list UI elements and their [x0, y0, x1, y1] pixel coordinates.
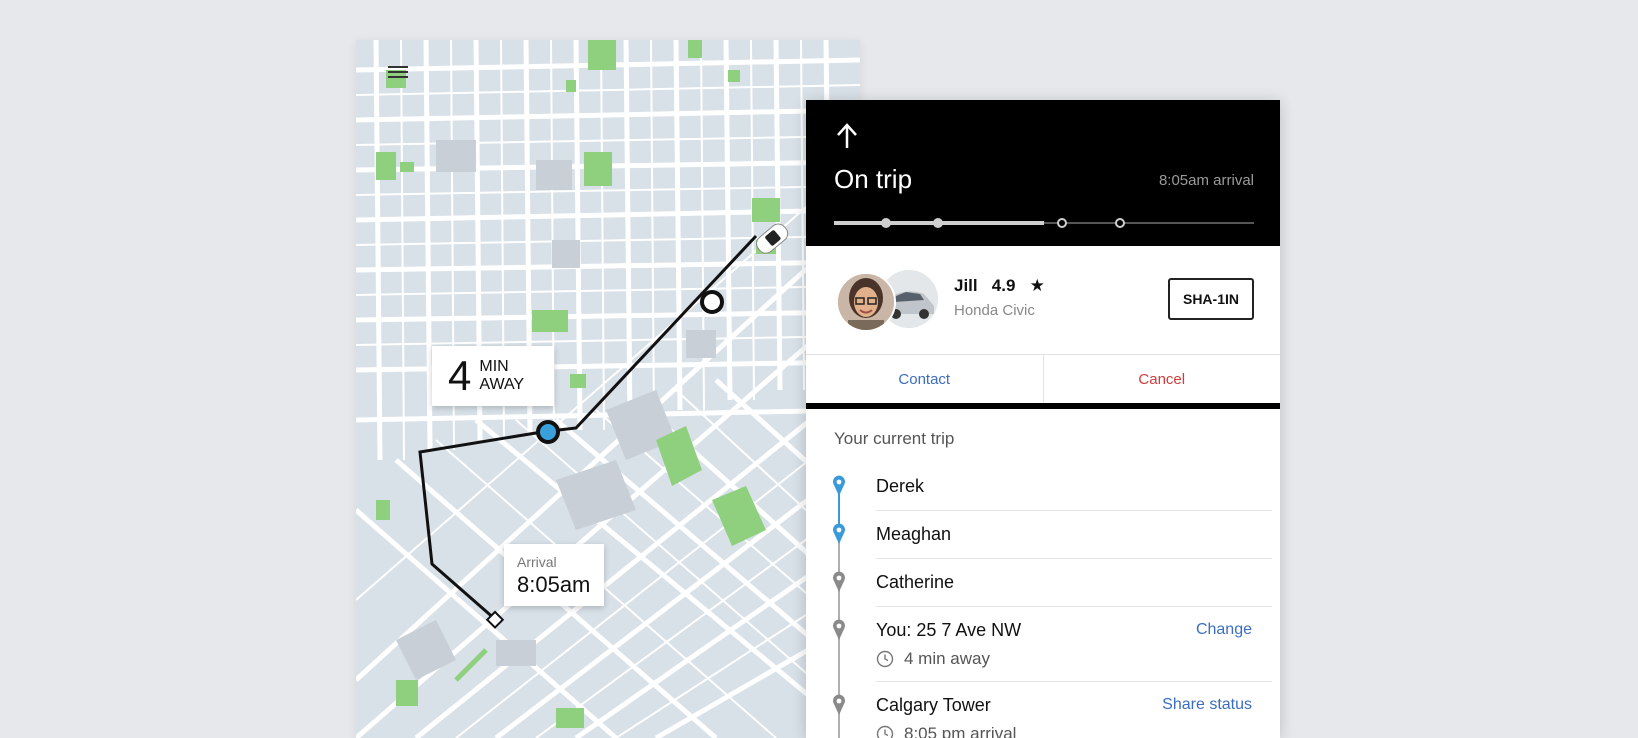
eta-unit-line2: AWAY [479, 376, 525, 393]
license-plate: SHA-1IN [1168, 278, 1254, 320]
stop-eta: 4 min away [876, 639, 1272, 681]
driver-card[interactable]: Jill 4.9 ★ Honda Civic SHA-1IN [806, 246, 1280, 355]
progress-stop [933, 218, 943, 228]
change-pickup-link[interactable]: Change [1196, 621, 1252, 639]
arrival-time: 8:05am [517, 572, 591, 597]
progress-stop [1115, 218, 1125, 228]
eta-unit: MIN AWAY [479, 358, 524, 395]
trip-stop[interactable]: Catherine [806, 559, 1280, 607]
stop-name: Derek [876, 476, 925, 496]
pickup-marker [700, 290, 724, 314]
trip-stop[interactable]: Derek [806, 463, 1280, 511]
driver-name: Jill [954, 276, 978, 295]
stop-name: Catherine [876, 572, 955, 592]
contact-button[interactable]: Contact [806, 355, 1044, 403]
trip-panel: On trip 8:05am arrival Jill 4.9 ★ Honda … [806, 100, 1280, 738]
map-pin-icon [833, 571, 845, 592]
trip-stops-list: Derek Meaghan Catherine You: 25 7 Ave NW [806, 463, 1280, 738]
driver-rating: 4.9 [991, 276, 1016, 295]
trip-actions: Contact Cancel [806, 355, 1280, 409]
trip-header: On trip 8:05am arrival [806, 100, 1280, 246]
stop-eta: 8:05 pm arrival [876, 714, 1272, 738]
eta-card: 4 MIN AWAY [432, 346, 554, 406]
hamburger-menu-icon[interactable] [388, 66, 408, 82]
star-icon: ★ [1029, 276, 1045, 295]
arrival-card: Arrival 8:05am [504, 544, 604, 606]
progress-stop [881, 218, 891, 228]
clock-icon [876, 725, 894, 738]
driver-name-rating: Jill 4.9 ★ [954, 276, 1045, 296]
progress-stop [1057, 218, 1067, 228]
arrow-up-icon[interactable] [834, 122, 860, 150]
driver-car-model: Honda Civic [954, 302, 1035, 319]
stop-eta-text: 4 min away [904, 649, 990, 668]
share-status-link[interactable]: Share status [1162, 696, 1252, 714]
current-trip-heading: Your current trip [834, 429, 955, 448]
map-pin-icon [833, 619, 845, 640]
map-pin-icon [833, 523, 845, 544]
map-pin-icon [833, 694, 845, 715]
stop-name: Meaghan [876, 524, 952, 544]
current-position-marker [536, 420, 560, 444]
eta-unit-line1: MIN [479, 357, 509, 375]
map-view[interactable]: 4 MIN AWAY Arrival 8:05am [356, 40, 860, 738]
map-pin-icon [833, 475, 845, 496]
driver-avatar[interactable] [836, 272, 896, 332]
clock-icon [876, 650, 894, 668]
trip-stop[interactable]: Meaghan [806, 511, 1280, 559]
trip-stop-destination[interactable]: Calgary Tower 8:05 pm arrival Share stat… [806, 682, 1280, 738]
trip-status: On trip [834, 164, 913, 194]
trip-progress [834, 218, 1254, 228]
cancel-button[interactable]: Cancel [1044, 355, 1281, 403]
destination-marker [485, 610, 505, 629]
arrival-summary: 8:05am arrival [1158, 172, 1254, 189]
stop-eta-text: 8:05 pm arrival [904, 724, 1017, 738]
car-icon [756, 223, 789, 254]
trip-stop-you[interactable]: You: 25 7 Ave NW 4 min away Change [806, 607, 1280, 682]
eta-number: 4 [448, 352, 472, 399]
arrival-label: Arrival [517, 554, 557, 570]
